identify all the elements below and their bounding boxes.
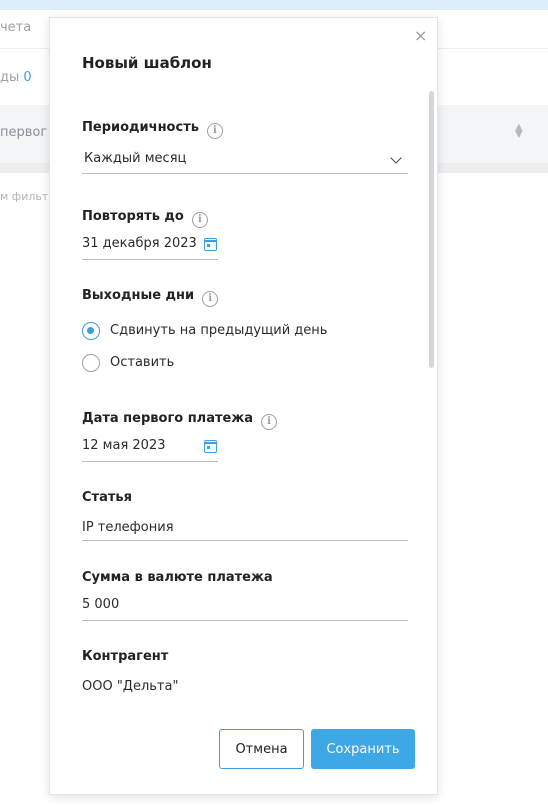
radio-shift-previous-day[interactable] [82,322,100,340]
amount-input[interactable]: 5 000 [82,597,119,612]
first-payment-date-field[interactable]: 12 мая 2023 [82,438,165,453]
periodicity-select[interactable]: Каждый месяц [84,151,186,166]
periodicity-underline [82,173,408,174]
article-label: Статья [82,490,132,505]
article-underline [82,540,408,541]
article-field[interactable]: IP телефония [82,520,174,535]
sort-icon[interactable]: ▲ ▼ [515,123,523,140]
new-template-modal: × Новый шаблон Периодичность i Каждый мес… [49,17,438,795]
repeat-until-label: Повторять до i [82,209,208,228]
modal-title: Новый шаблон [82,54,212,72]
weekends-label: Выходные дни i [82,288,219,307]
background-text: м фильтр [0,190,56,203]
chevron-down-icon[interactable] [390,152,402,164]
table-header-cell: первог [0,125,48,140]
radio-label[interactable]: Сдвинуть на предыдущий день [110,323,327,338]
calendar-icon[interactable] [204,440,217,453]
info-icon[interactable]: i [202,291,219,307]
background-text: чета [0,20,32,35]
calendar-icon[interactable] [204,238,217,251]
first-payment-date-label: Дата первого платежа i [82,411,278,430]
first-payment-date-underline [82,461,218,462]
close-icon[interactable]: × [414,27,427,45]
radio-keep[interactable] [82,354,100,372]
counterparty-field[interactable]: ООО "Дельта" [82,679,178,694]
top-bar [0,0,548,10]
repeat-until-underline [82,259,218,260]
amount-label: Сумма в валюте платежа [82,570,273,585]
cancel-button[interactable]: Отмена [219,729,304,769]
amount-underline [82,620,408,621]
info-icon[interactable]: i [191,212,208,228]
counterparty-label: Контрагент [82,649,169,664]
radio-label[interactable]: Оставить [110,355,174,370]
scrollbar[interactable] [429,91,434,368]
info-icon[interactable]: i [261,414,278,430]
periodicity-label: Периодичность i [82,120,223,139]
save-button[interactable]: Сохранить [311,729,415,769]
repeat-until-date-field[interactable]: 31 декабря 2023 [82,236,197,251]
background-filter-count: ды 0 [0,70,32,85]
info-icon[interactable]: i [206,123,223,139]
